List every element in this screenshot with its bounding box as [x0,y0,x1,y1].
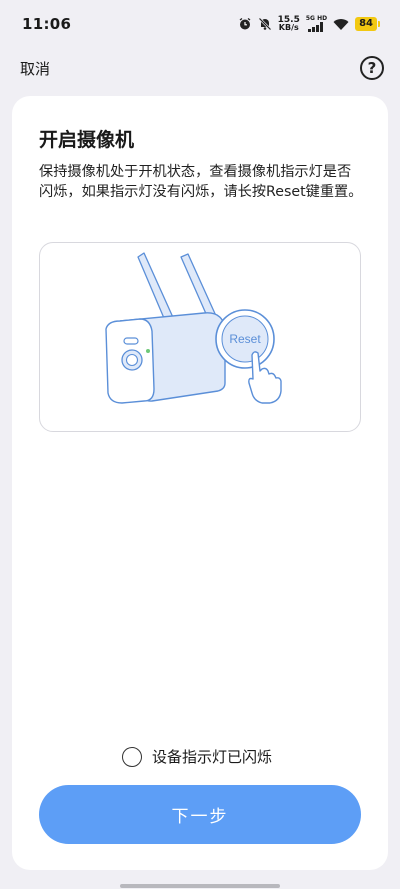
cancel-button[interactable]: 取消 [20,58,50,79]
alarm-icon [238,17,252,31]
battery-icon: 84 [355,17,380,31]
next-step-button[interactable]: 下一步 [39,785,361,844]
mute-icon [258,17,272,31]
top-bar: 取消 ? [0,50,400,86]
status-bar: 11:06 15.5 KB/s 5G HD 84 [0,0,400,48]
camera-reset-illustration: Reset [39,242,361,432]
camera-illustration-icon: Reset [105,252,282,404]
reset-label: Reset [229,332,261,346]
camera-body-icon [105,312,226,404]
signal-icon: 5G HD [306,16,327,32]
home-indicator [120,884,280,888]
confirm-label: 设备指示灯已闪烁 [152,748,273,766]
net-speed: 15.5 KB/s [277,15,300,32]
confirm-radio[interactable] [122,746,142,767]
page-title: 开启摄像机 [39,129,135,151]
instruction-text: 保持摄像机处于开机状态，查看摄像机指示灯是否闪烁，如果指示灯没有闪烁，请长按Re… [39,164,363,200]
status-time: 11:06 [22,15,72,33]
confirm-indicator-row[interactable]: 设备指示灯已闪烁 [122,746,272,767]
setup-card: 开启摄像机 保持摄像机处于开机状态，查看摄像机指示灯是否闪烁，如果指示灯没有闪烁… [12,96,388,870]
status-icons: 15.5 KB/s 5G HD 84 [238,16,380,32]
help-icon[interactable]: ? [360,56,384,80]
reset-button-icon: Reset [215,309,275,369]
wifi-icon [333,18,349,31]
